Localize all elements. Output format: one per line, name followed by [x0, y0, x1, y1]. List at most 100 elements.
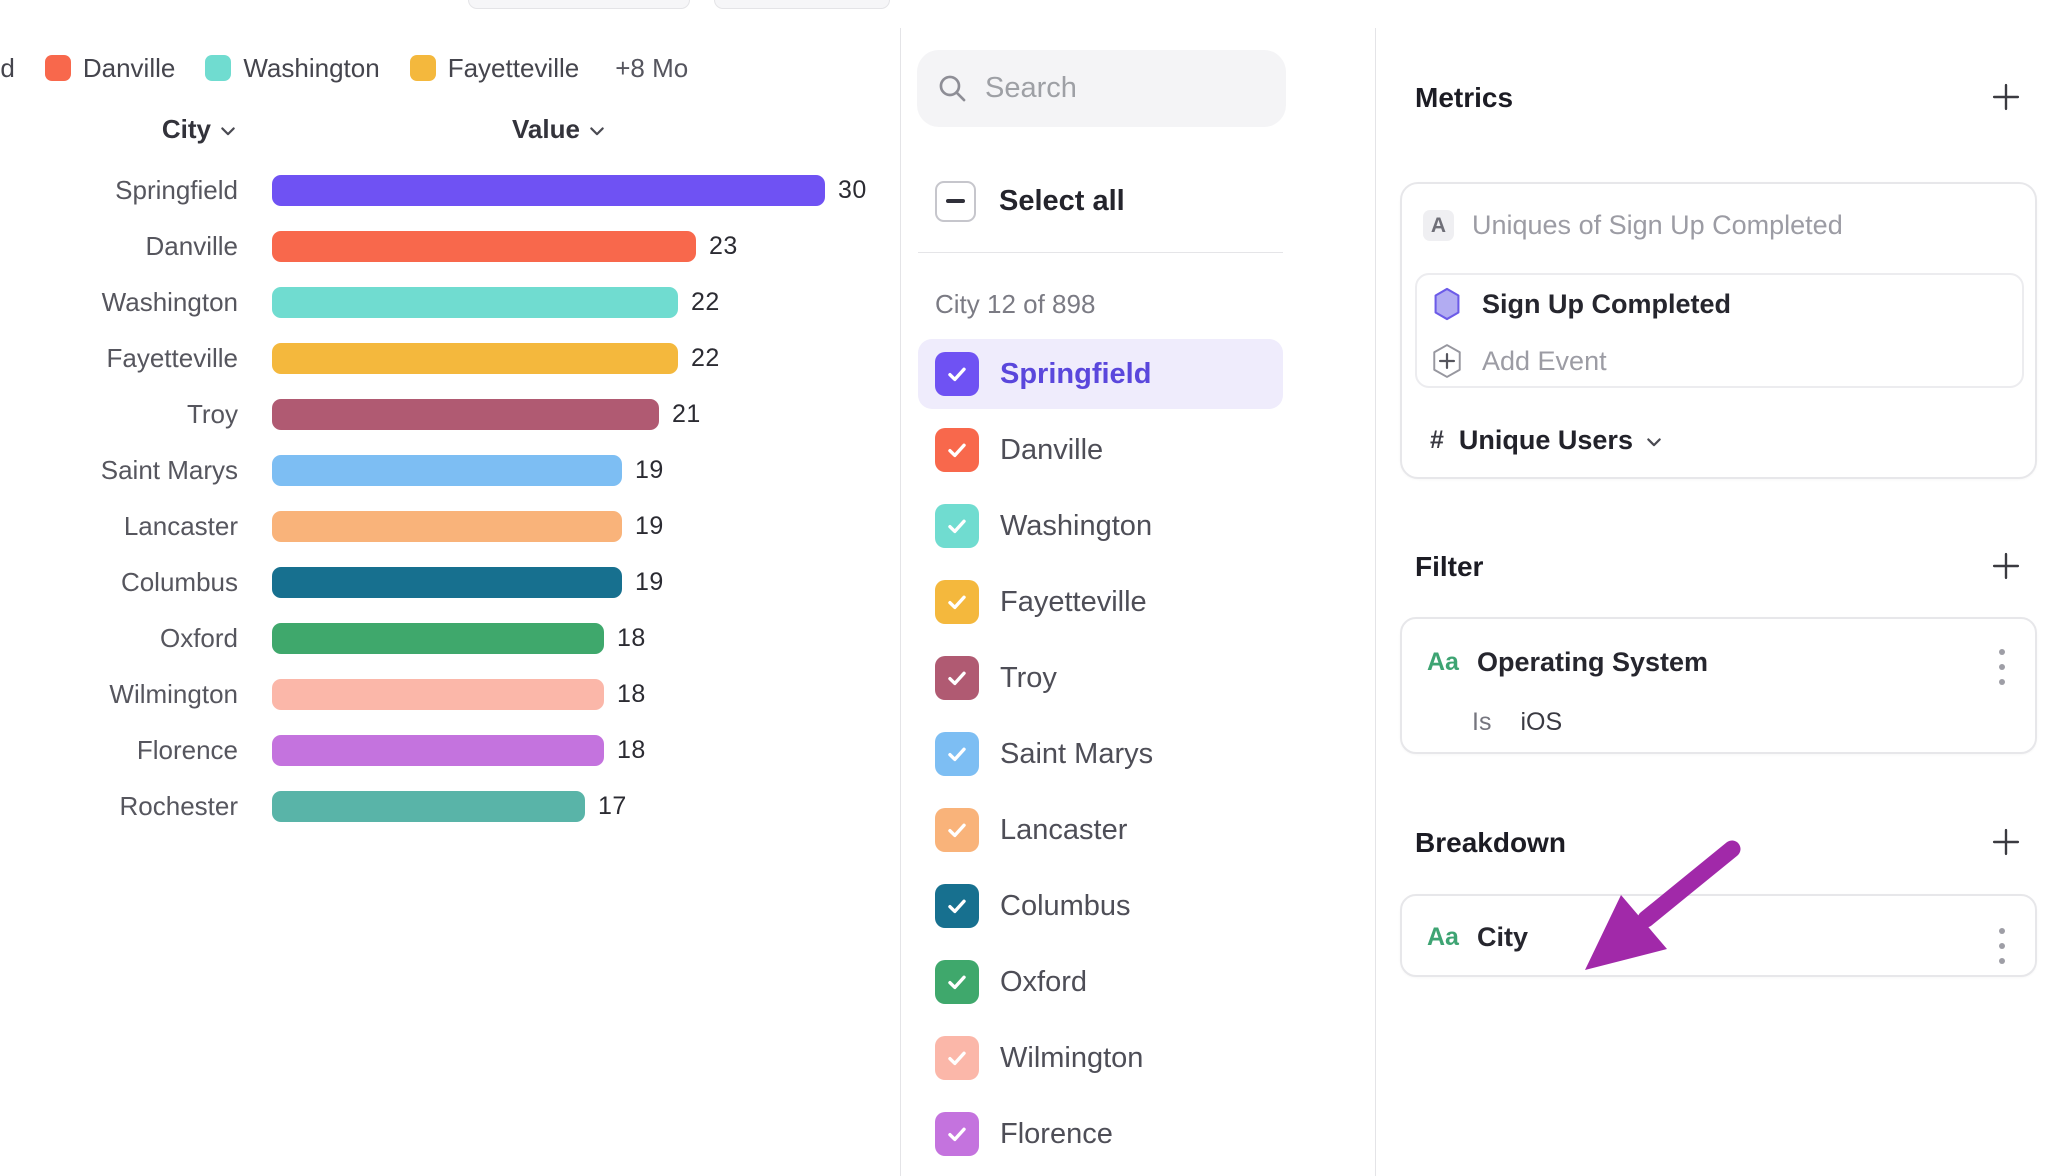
event-block: Sign Up Completed Add Event — [1415, 273, 2024, 388]
chart-row-city-label: Troy — [0, 399, 238, 430]
checkbox-checked[interactable] — [935, 732, 979, 776]
search-box[interactable] — [917, 50, 1286, 127]
checkbox-checked[interactable] — [935, 1112, 979, 1156]
selector-row[interactable]: Lancaster — [918, 795, 1283, 865]
add-metric-plus-icon[interactable] — [1989, 80, 2023, 114]
chart-bar-value: 30 — [838, 176, 867, 205]
add-breakdown-plus-icon[interactable] — [1989, 825, 2023, 859]
breakdown-section-title: Breakdown — [1415, 827, 1566, 859]
string-property-icon: Aa — [1427, 648, 1459, 677]
selector-row[interactable]: Oxford — [918, 947, 1283, 1017]
selector-row[interactable]: Columbus — [918, 871, 1283, 941]
event-row[interactable]: Sign Up Completed — [1432, 284, 1731, 324]
panel-left-border — [900, 28, 901, 1176]
check-icon — [944, 1121, 970, 1147]
chart-row-city-label: Saint Marys — [0, 455, 238, 486]
checkbox-checked[interactable] — [935, 1036, 979, 1080]
filter-card: Aa Operating System Is iOS — [1400, 617, 2037, 754]
chart-bar-value: 22 — [691, 288, 720, 317]
chart-bar[interactable] — [272, 679, 604, 710]
legend-item[interactable]: Danville — [45, 53, 176, 84]
chart-bar[interactable] — [272, 175, 825, 206]
chart-bar-value: 18 — [617, 680, 646, 709]
filter-condition-row[interactable]: Is iOS — [1472, 708, 1562, 737]
checkbox-checked[interactable] — [935, 352, 979, 396]
column-header-city[interactable]: City — [0, 114, 238, 145]
chart-bar-value: 19 — [635, 512, 664, 541]
metric-summary-row[interactable]: A Uniques of Sign Up Completed — [1423, 210, 1843, 241]
legend-label: Springfield — [0, 53, 15, 84]
check-icon — [944, 817, 970, 843]
checkbox-checked[interactable] — [935, 656, 979, 700]
filter-property-row[interactable]: Aa Operating System — [1427, 643, 1708, 681]
breakdown-property-row[interactable]: Aa City — [1427, 918, 1528, 956]
selector-row[interactable]: Troy — [918, 643, 1283, 713]
legend-swatch-icon — [45, 55, 71, 81]
chart-row-city-label: Florence — [0, 735, 238, 766]
chart-row: Danville 23 — [0, 218, 900, 274]
selector-row[interactable]: Fayetteville — [918, 567, 1283, 637]
breakdown-card: Aa City — [1400, 894, 2037, 977]
chart-bar[interactable] — [272, 511, 622, 542]
selector-row[interactable]: Saint Marys — [918, 719, 1283, 789]
chart-bar[interactable] — [272, 231, 696, 262]
select-all-row[interactable]: Select all — [935, 179, 1125, 223]
chart-row-city-label: Wilmington — [0, 679, 238, 710]
chart-bar[interactable] — [272, 735, 604, 766]
chart-row-city-label: Lancaster — [0, 511, 238, 542]
selector-row-label: Columbus — [1000, 890, 1131, 923]
checkbox-checked[interactable] — [935, 580, 979, 624]
search-input[interactable] — [985, 72, 1268, 105]
chevron-down-icon — [218, 121, 238, 141]
chart-row: Rochester 17 — [0, 778, 900, 834]
column-header-value[interactable]: Value — [512, 114, 607, 145]
chart-row: Oxford 18 — [0, 610, 900, 666]
selector-row[interactable]: Washington — [918, 491, 1283, 561]
checkbox-checked[interactable] — [935, 960, 979, 1004]
add-filter-plus-icon[interactable] — [1989, 549, 2023, 583]
filter-kebab-menu-icon[interactable] — [1993, 643, 2011, 691]
chart-row-city-label: Rochester — [0, 791, 238, 822]
chart-row-city-label: Oxford — [0, 623, 238, 654]
chart-bar[interactable] — [272, 791, 585, 822]
check-icon — [944, 969, 970, 995]
add-event-row[interactable]: Add Event — [1430, 340, 1607, 382]
selector-row[interactable]: Springfield — [918, 339, 1283, 409]
legend-item[interactable]: Washington — [205, 53, 379, 84]
check-icon — [944, 893, 970, 919]
checkbox-checked[interactable] — [935, 808, 979, 852]
chart-bar[interactable] — [272, 623, 604, 654]
select-all-checkbox[interactable] — [935, 181, 976, 222]
legend-label: Washington — [243, 53, 379, 84]
chart-row: Wilmington 18 — [0, 666, 900, 722]
event-name-label: Sign Up Completed — [1482, 289, 1731, 320]
breakdown-kebab-menu-icon[interactable] — [1993, 922, 2011, 970]
select-all-label: Select all — [999, 185, 1125, 218]
checkbox-checked[interactable] — [935, 884, 979, 928]
legend-item[interactable]: Springfield — [0, 53, 15, 84]
measure-dropdown[interactable]: # Unique Users — [1430, 422, 1664, 458]
column-header-city-label: City — [162, 114, 211, 145]
selector-row-label: Troy — [1000, 662, 1057, 695]
selector-row-label: Springfield — [1000, 358, 1151, 391]
chart-row: Saint Marys 19 — [0, 442, 900, 498]
checkbox-checked[interactable] — [935, 428, 979, 472]
inspector-panel: Metrics A Uniques of Sign Up Completed S… — [1376, 0, 2064, 1176]
legend-item[interactable]: Fayetteville — [410, 53, 580, 84]
chart-bar[interactable] — [272, 343, 678, 374]
chart-bar[interactable] — [272, 287, 678, 318]
selector-row[interactable]: Wilmington — [918, 1023, 1283, 1093]
checkbox-checked[interactable] — [935, 504, 979, 548]
selector-row[interactable]: Florence — [918, 1099, 1283, 1169]
legend-more-link[interactable]: +8 More — [615, 53, 690, 84]
check-icon — [944, 665, 970, 691]
chart-bar[interactable] — [272, 455, 622, 486]
chart-bar[interactable] — [272, 567, 622, 598]
filter-value: iOS — [1520, 708, 1562, 737]
filter-operator: Is — [1472, 708, 1491, 737]
breakdown-value-selector-panel: Select all City 12 of 898 Springfield — [900, 0, 1376, 1176]
selector-row[interactable]: Danville — [918, 415, 1283, 485]
chart-row: Washington 22 — [0, 274, 900, 330]
column-header-value-label: Value — [512, 114, 580, 145]
chart-bar[interactable] — [272, 399, 659, 430]
